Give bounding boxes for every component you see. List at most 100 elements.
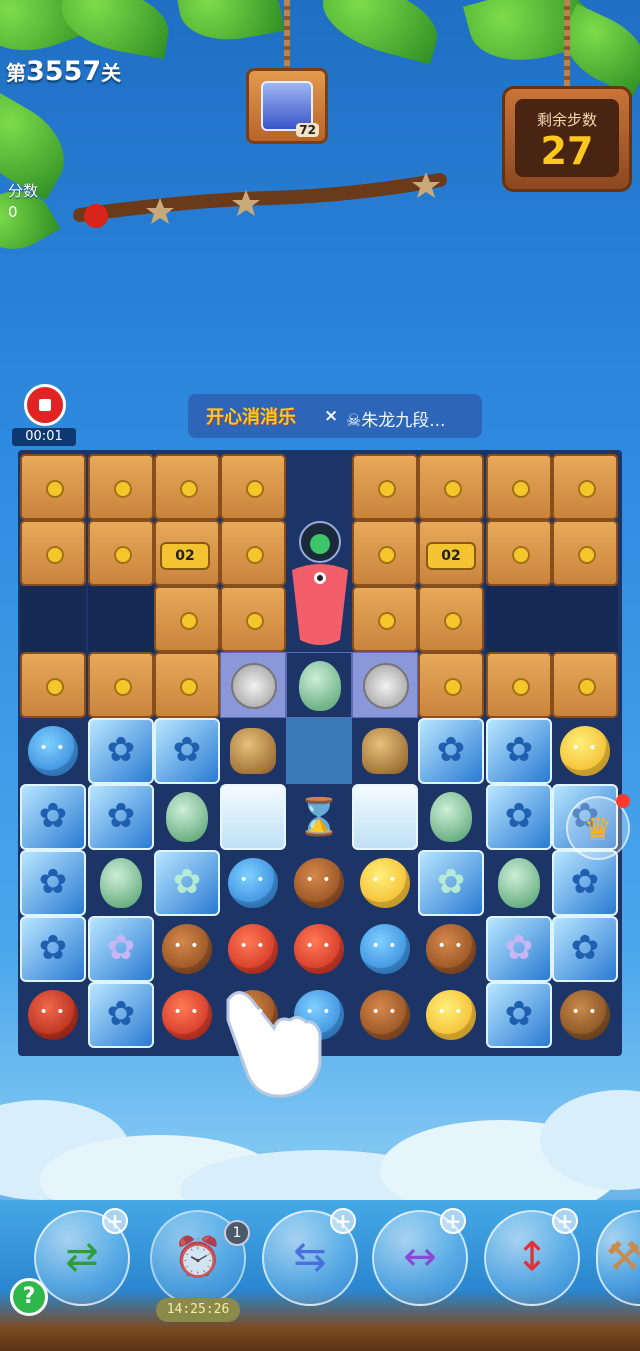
blue-hippo-piece[interactable] xyxy=(352,916,418,982)
add-booster-icon[interactable]: + xyxy=(440,1208,466,1234)
score-value: 0 xyxy=(8,203,18,221)
crate-block[interactable] xyxy=(88,652,154,718)
crate-block[interactable] xyxy=(20,454,86,520)
crate-block[interactable] xyxy=(220,520,286,586)
rock-piece[interactable] xyxy=(352,718,418,784)
yellow-chick-piece[interactable] xyxy=(352,850,418,916)
ice-flower-tile[interactable] xyxy=(88,784,154,850)
crate-block[interactable] xyxy=(154,652,220,718)
swap-icon: ⇆ xyxy=(293,1234,327,1280)
add-booster-icon[interactable]: + xyxy=(552,1208,578,1234)
green-egg-piece[interactable] xyxy=(88,850,154,916)
crate-block[interactable] xyxy=(552,520,618,586)
brown-bear-piece[interactable] xyxy=(418,916,484,982)
brown-bear-piece[interactable] xyxy=(154,916,220,982)
crate-block[interactable] xyxy=(220,586,286,652)
opponent-banner: 开心消消乐 × ☠朱龙九段... xyxy=(188,394,482,438)
crate-block[interactable] xyxy=(352,520,418,586)
ice-flower-tile[interactable] xyxy=(154,718,220,784)
silver-coin-cell[interactable] xyxy=(352,652,418,718)
level-number: 3557 xyxy=(26,56,102,87)
crate-block[interactable] xyxy=(20,520,86,586)
ice-flower-tile[interactable] xyxy=(552,850,618,916)
crate-block[interactable] xyxy=(486,454,552,520)
crate-block[interactable] xyxy=(418,454,484,520)
swap-booster-button[interactable]: ⇆ + xyxy=(262,1208,358,1306)
ice-flower-tile[interactable] xyxy=(486,916,552,982)
shuffle-icon: ⇄ xyxy=(65,1234,99,1280)
brown-bear-piece[interactable] xyxy=(286,850,352,916)
score-label: 分数 xyxy=(8,182,39,200)
crate-block[interactable] xyxy=(486,652,552,718)
ranking-crown-button[interactable]: ♛ xyxy=(566,794,630,860)
nest-egg-cell[interactable] xyxy=(286,652,352,718)
level-prefix: 第 xyxy=(6,61,26,85)
crate-block[interactable] xyxy=(154,454,220,520)
crate-block[interactable] xyxy=(418,652,484,718)
notification-dot xyxy=(616,794,630,808)
empty-cell xyxy=(552,586,618,652)
ice-block[interactable] xyxy=(220,784,286,850)
yellow-chick-piece[interactable] xyxy=(552,718,618,784)
stop-record-button[interactable] xyxy=(24,384,66,426)
yellow-chick-piece[interactable] xyxy=(418,982,484,1048)
red-bird-piece[interactable] xyxy=(20,982,86,1048)
moves-label: 剩余步数 xyxy=(536,111,597,129)
vertical-rocket-button[interactable]: ↕ + xyxy=(484,1208,580,1306)
ice-flower-tile[interactable] xyxy=(20,916,86,982)
game-logo: 开心消消乐 xyxy=(206,407,296,428)
horizontal-rocket-button[interactable]: ↔ + xyxy=(372,1208,468,1306)
add-booster-icon[interactable]: + xyxy=(102,1208,128,1234)
ice-flower-tile[interactable] xyxy=(20,850,86,916)
ice-flower-tile[interactable] xyxy=(486,982,552,1048)
ice-flower-tile[interactable] xyxy=(418,718,484,784)
crown-icon: ♛ xyxy=(583,810,613,848)
leaf-decoration xyxy=(314,0,446,65)
crate-block[interactable] xyxy=(352,454,418,520)
ice-flower-tile[interactable] xyxy=(486,718,552,784)
crate-block[interactable] xyxy=(552,454,618,520)
add-booster-icon[interactable]: + xyxy=(330,1208,356,1234)
leaf-decoration xyxy=(175,0,285,49)
crate-block[interactable] xyxy=(352,586,418,652)
ice-flower-tile[interactable] xyxy=(486,784,552,850)
crate-block[interactable] xyxy=(20,652,86,718)
crate-block[interactable] xyxy=(88,454,154,520)
goal-count: 72 xyxy=(296,123,319,137)
silver-coin-cell[interactable] xyxy=(220,652,286,718)
shuffle-booster-button[interactable]: ⇄ + xyxy=(34,1208,130,1306)
ice-flower-tile[interactable] xyxy=(552,916,618,982)
ice-flower-tile[interactable] xyxy=(88,982,154,1048)
record-timer: 00:01 xyxy=(12,428,76,446)
crate-block[interactable] xyxy=(486,520,552,586)
ladybug-marker-icon xyxy=(84,204,108,228)
green-egg-piece[interactable] xyxy=(154,784,220,850)
booster-count-badge: 1 xyxy=(224,1220,250,1246)
opponent-name: ☠朱龙九段... xyxy=(346,411,446,431)
crate-block[interactable] xyxy=(154,586,220,652)
hourglass-piece[interactable] xyxy=(286,784,352,850)
silver-coin-icon xyxy=(363,663,409,709)
red-fox-piece[interactable] xyxy=(286,916,352,982)
ice-block[interactable] xyxy=(352,784,418,850)
crate-block[interactable] xyxy=(418,586,484,652)
score-progress-branch xyxy=(73,172,447,228)
rock-piece[interactable] xyxy=(220,718,286,784)
blue-bird-piece[interactable] xyxy=(20,718,86,784)
brown-owl-piece[interactable] xyxy=(552,982,618,1048)
ice-flower-tile[interactable] xyxy=(154,850,220,916)
help-button[interactable]: ? xyxy=(10,1278,48,1316)
blue-hippo-piece[interactable] xyxy=(220,850,286,916)
crate-block[interactable] xyxy=(552,652,618,718)
ice-flower-tile[interactable] xyxy=(418,850,484,916)
ice-flower-tile[interactable] xyxy=(88,718,154,784)
green-egg-piece[interactable] xyxy=(418,784,484,850)
red-fox-piece[interactable] xyxy=(220,916,286,982)
ice-flower-tile[interactable] xyxy=(20,784,86,850)
green-egg-piece[interactable] xyxy=(486,850,552,916)
crate-block[interactable] xyxy=(220,454,286,520)
red-fox-piece[interactable] xyxy=(154,982,220,1048)
brown-bear-piece[interactable] xyxy=(352,982,418,1048)
crate-block[interactable] xyxy=(88,520,154,586)
ice-flower-tile[interactable] xyxy=(88,916,154,982)
